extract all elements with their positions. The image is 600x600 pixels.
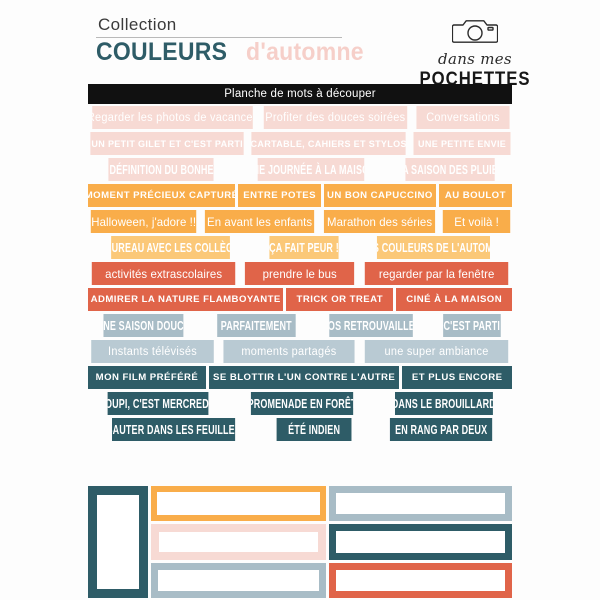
word-chip[interactable]: MON FILM PRÉFÉRÉ [88, 366, 206, 389]
sheet-header: Collection COULEURS d'automne dans mes P… [0, 0, 600, 90]
word-chip[interactable]: ÉTÉ INDIEN [277, 418, 353, 441]
word-chip[interactable]: activités extrascolaires [91, 262, 236, 285]
word-chip[interactable]: ENTRE POTES [238, 184, 322, 207]
word-row: YOUPI, C'EST MERCREDI ! PROMENADE EN FORÊ… [88, 392, 512, 415]
word-chip[interactable]: Marathon des séries [323, 210, 435, 233]
word-chip[interactable]: MOMENT PRÉCIEUX CAPTURÉ [88, 184, 236, 207]
word-chip[interactable]: CARTABLE, CAHIERS ET STYLOS [251, 132, 407, 155]
word-chip[interactable]: ET PLUS ENCORE [402, 366, 512, 389]
word-chip[interactable]: PROMENADE EN FORÊT [250, 392, 354, 415]
word-chip[interactable]: En avant les enfants [205, 210, 315, 233]
label-frame-column [151, 486, 326, 598]
word-chip[interactable]: Et voilà ! [442, 210, 511, 233]
word-chip[interactable]: LES COULEURS DE L'AUTOMNE [377, 236, 491, 259]
word-row: ADMIRER LA NATURE FLAMBOYANTE TRICK OR TR… [88, 288, 512, 311]
word-row: activités extrascolaires prendre le bus re… [88, 262, 512, 285]
word-chip[interactable]: Instants télévisés [91, 340, 214, 363]
label-frame-tall[interactable] [88, 486, 148, 598]
word-row: UN PETIT GILET ET C'EST PARTI CARTABLE, C… [88, 132, 512, 155]
word-chip[interactable]: Conversations [416, 106, 510, 129]
word-chip[interactable]: NOS RETROUVAILLES [329, 314, 414, 337]
word-row: SAUTER DANS LES FEUILLES ÉTÉ INDIEN EN RAN… [88, 418, 512, 441]
word-chip[interactable]: DANS LE BROUILLARD [395, 392, 494, 415]
word-chip[interactable]: SE BLOTTIR L'UN CONTRE L'AUTRE [208, 366, 400, 389]
word-chip[interactable]: UNE JOURNÉE À LA MAISON [257, 158, 364, 181]
word-chip[interactable]: CINÉ À LA MAISON [396, 288, 512, 311]
title-accent-word: d'automne [245, 38, 364, 67]
collection-label: Collection [98, 15, 177, 34]
word-row: LA DÉFINITION DU BONHEUR UNE JOURNÉE À LA… [88, 158, 512, 181]
word-chip[interactable]: Profiter des douces soirées [264, 106, 408, 129]
word-chip[interactable]: ADMIRER LA NATURE FLAMBOYANTE [88, 288, 284, 311]
word-chip[interactable]: AU BOULOT [438, 184, 512, 207]
sheet-banner: Planche de mots à découper [88, 84, 512, 104]
word-row: Halloween, j'adore !! En avant les enfant… [88, 210, 512, 233]
word-chip[interactable]: TRICK OR TREAT [286, 288, 394, 311]
word-chip[interactable]: une super ambiance [364, 340, 509, 363]
camera-icon [451, 16, 499, 49]
title-main-word: COULEURS [96, 38, 228, 67]
word-chip[interactable]: regarder par la fenêtre [364, 262, 509, 285]
word-row: UNE SAISON DOUCE PARFAITEMENT NOS RETROUVA… [88, 314, 512, 337]
word-chip[interactable]: UN BON CAPUCCINO [324, 184, 436, 207]
word-row: MOMENT PRÉCIEUX CAPTURÉ ENTRE POTES UN BON… [88, 184, 512, 207]
word-chip[interactable]: UNE PETITE ENVIE [413, 132, 511, 155]
label-frame-area [88, 486, 512, 598]
label-frame[interactable] [151, 523, 326, 561]
word-chip[interactable]: C'EST PARTI [443, 314, 501, 337]
word-chip[interactable]: PARFAITEMENT [216, 314, 295, 337]
word-chip[interactable]: moments partagés [223, 340, 355, 363]
word-chip[interactable]: ÇA FAIT PEUR ! [269, 236, 339, 259]
word-chip[interactable]: AU BUREAU AVEC LES COLLÈGUES [111, 236, 231, 259]
word-row: AU BUREAU AVEC LES COLLÈGUES ÇA FAIT PEUR… [88, 236, 512, 259]
label-frame[interactable] [151, 486, 326, 521]
label-frame[interactable] [329, 523, 512, 561]
label-frame[interactable] [329, 563, 512, 598]
word-chip[interactable]: prendre le bus [245, 262, 355, 285]
word-chip[interactable]: Regarder les photos de vacances [92, 106, 254, 129]
word-sticker-sheet: Collection COULEURS d'automne dans mes P… [0, 0, 600, 600]
word-chip[interactable]: Halloween, j'adore !! [90, 210, 197, 233]
word-chip[interactable]: SAUTER DANS LES FEUILLES [111, 418, 236, 441]
brand-logo: dans mes POCHETTES [412, 14, 538, 91]
word-chip[interactable]: YOUPI, C'EST MERCREDI ! [107, 392, 209, 415]
word-chip[interactable]: LA DÉFINITION DU BONHEUR [108, 158, 214, 181]
page-title: COULEURS d'automne [96, 39, 374, 67]
word-chip[interactable]: UN PETIT GILET ET C'EST PARTI [90, 132, 245, 155]
label-frame-column [329, 486, 512, 598]
word-chip[interactable]: LA SAISON DES PLUIES [404, 158, 495, 181]
logo-script-line: dans mes [438, 50, 512, 68]
word-row: MON FILM PRÉFÉRÉ SE BLOTTIR L'UN CONTRE L… [88, 366, 512, 389]
label-frame[interactable] [151, 563, 326, 598]
word-chip-grid: Regarder les photos de vacances Profiter … [88, 106, 512, 444]
word-row: Instants télévisés moments partagés une su… [88, 340, 512, 363]
label-frame[interactable] [329, 486, 512, 521]
word-chip[interactable]: UNE SAISON DOUCE [103, 314, 184, 337]
word-chip[interactable]: EN RANG PAR DEUX [389, 418, 493, 441]
title-block: Collection COULEURS d'automne [96, 14, 374, 67]
word-row: Regarder les photos de vacances Profiter … [88, 106, 512, 129]
